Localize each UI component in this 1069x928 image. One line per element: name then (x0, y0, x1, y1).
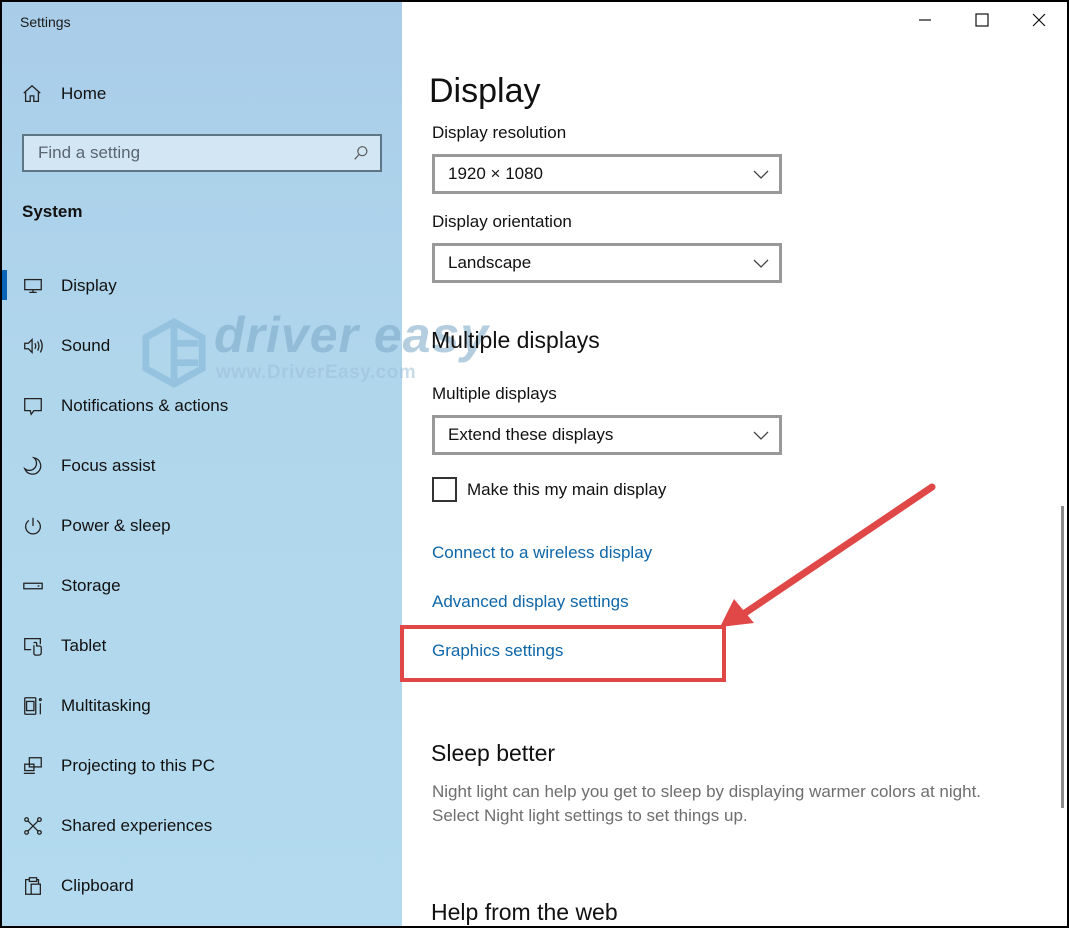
search-icon[interactable] (352, 144, 372, 164)
sidebar-item-label: Storage (61, 576, 121, 595)
close-icon (1031, 12, 1047, 33)
tablet-icon (21, 634, 45, 658)
sidebar-item-label: Display (61, 276, 117, 295)
sidebar-item-tablet[interactable]: Tablet (2, 616, 402, 676)
section-title: System (22, 202, 83, 221)
sidebar-item-label: Projecting to this PC (61, 756, 216, 775)
sidebar-nav: Display Sound Notifications & actions Fo… (2, 256, 402, 916)
orientation-dropdown[interactable]: Landscape (432, 243, 782, 283)
sidebar-item-label: Notifications & actions (61, 396, 229, 415)
resolution-label: Display resolution (432, 123, 567, 142)
main-display-checkbox[interactable] (432, 477, 457, 502)
sidebar-home[interactable]: Home (20, 80, 380, 108)
storage-icon (21, 574, 45, 598)
multiple-displays-heading: Multiple displays (431, 327, 600, 353)
sidebar-item-clipboard[interactable]: Clipboard (2, 856, 402, 916)
graphics-settings-link[interactable]: Graphics settings (432, 641, 563, 661)
close-button[interactable] (1010, 2, 1067, 42)
window-controls (896, 2, 1067, 42)
sidebar-item-sound[interactable]: Sound (2, 316, 402, 376)
content-pane: Display Display resolution 1920 × 1080 D… (400, 2, 1067, 926)
resolution-dropdown[interactable]: 1920 × 1080 (432, 154, 782, 194)
sidebar-item-notifications[interactable]: Notifications & actions (2, 376, 402, 436)
sidebar-item-shared-experiences[interactable]: Shared experiences (2, 796, 402, 856)
annotation-arrow-icon (720, 483, 936, 627)
advanced-display-settings-link[interactable]: Advanced display settings (432, 592, 629, 612)
orientation-label: Display orientation (432, 212, 572, 231)
orientation-value: Landscape (448, 253, 532, 272)
chevron-down-icon (753, 167, 769, 181)
sleep-better-description: Night light can help you get to sleep by… (432, 782, 982, 825)
multiple-displays-dropdown[interactable]: Extend these displays (432, 415, 782, 455)
minimize-icon (917, 12, 933, 33)
home-icon (20, 82, 44, 106)
chevron-down-icon (753, 428, 769, 442)
sidebar-item-label: Multitasking (61, 696, 151, 715)
sidebar-item-multitasking[interactable]: Multitasking (2, 676, 402, 736)
resolution-value: 1920 × 1080 (448, 164, 544, 183)
sleep-better-heading: Sleep better (431, 740, 556, 766)
maximize-button[interactable] (953, 2, 1010, 42)
moon-icon (21, 454, 45, 478)
sidebar-item-projecting[interactable]: Projecting to this PC (2, 736, 402, 796)
search-input[interactable] (24, 136, 334, 170)
maximize-icon (974, 12, 990, 33)
page-title: Display (429, 72, 541, 110)
sidebar-item-display[interactable]: Display (2, 256, 402, 316)
app-title: Settings (20, 14, 71, 30)
main-display-checkbox-row[interactable]: Make this my main display (432, 477, 666, 502)
notification-icon (21, 394, 45, 418)
monitor-icon (21, 274, 45, 298)
sidebar-item-focus-assist[interactable]: Focus assist (2, 436, 402, 496)
multiple-displays-label: Multiple displays (432, 384, 557, 403)
scrollbar-thumb[interactable] (1061, 506, 1064, 808)
sidebar-item-label: Sound (61, 336, 111, 355)
projecting-icon (21, 754, 45, 778)
help-from-web-heading: Help from the web (431, 899, 618, 925)
shared-icon (21, 814, 45, 838)
wireless-display-link[interactable]: Connect to a wireless display (432, 543, 652, 563)
sidebar-home-label: Home (61, 84, 107, 103)
chevron-down-icon (753, 256, 769, 270)
sidebar-item-label: Tablet (61, 636, 107, 655)
power-icon (21, 514, 45, 538)
clipboard-icon (21, 874, 45, 898)
speaker-icon (21, 334, 45, 358)
multitasking-icon (21, 694, 45, 718)
sidebar-item-label: Clipboard (61, 876, 134, 895)
sidebar-item-label: Shared experiences (61, 816, 213, 835)
sidebar: Settings Home System Display (2, 2, 402, 926)
sidebar-item-label: Power & sleep (61, 516, 171, 535)
multiple-displays-value: Extend these displays (448, 425, 614, 444)
sidebar-item-storage[interactable]: Storage (2, 556, 402, 616)
sidebar-item-power-sleep[interactable]: Power & sleep (2, 496, 402, 556)
settings-window: Settings Home System Display (2, 2, 1067, 926)
active-indicator (2, 270, 7, 300)
main-display-checkbox-label: Make this my main display (467, 479, 667, 499)
minimize-button[interactable] (896, 2, 953, 42)
search-box (22, 134, 382, 172)
sidebar-item-label: Focus assist (61, 456, 156, 475)
